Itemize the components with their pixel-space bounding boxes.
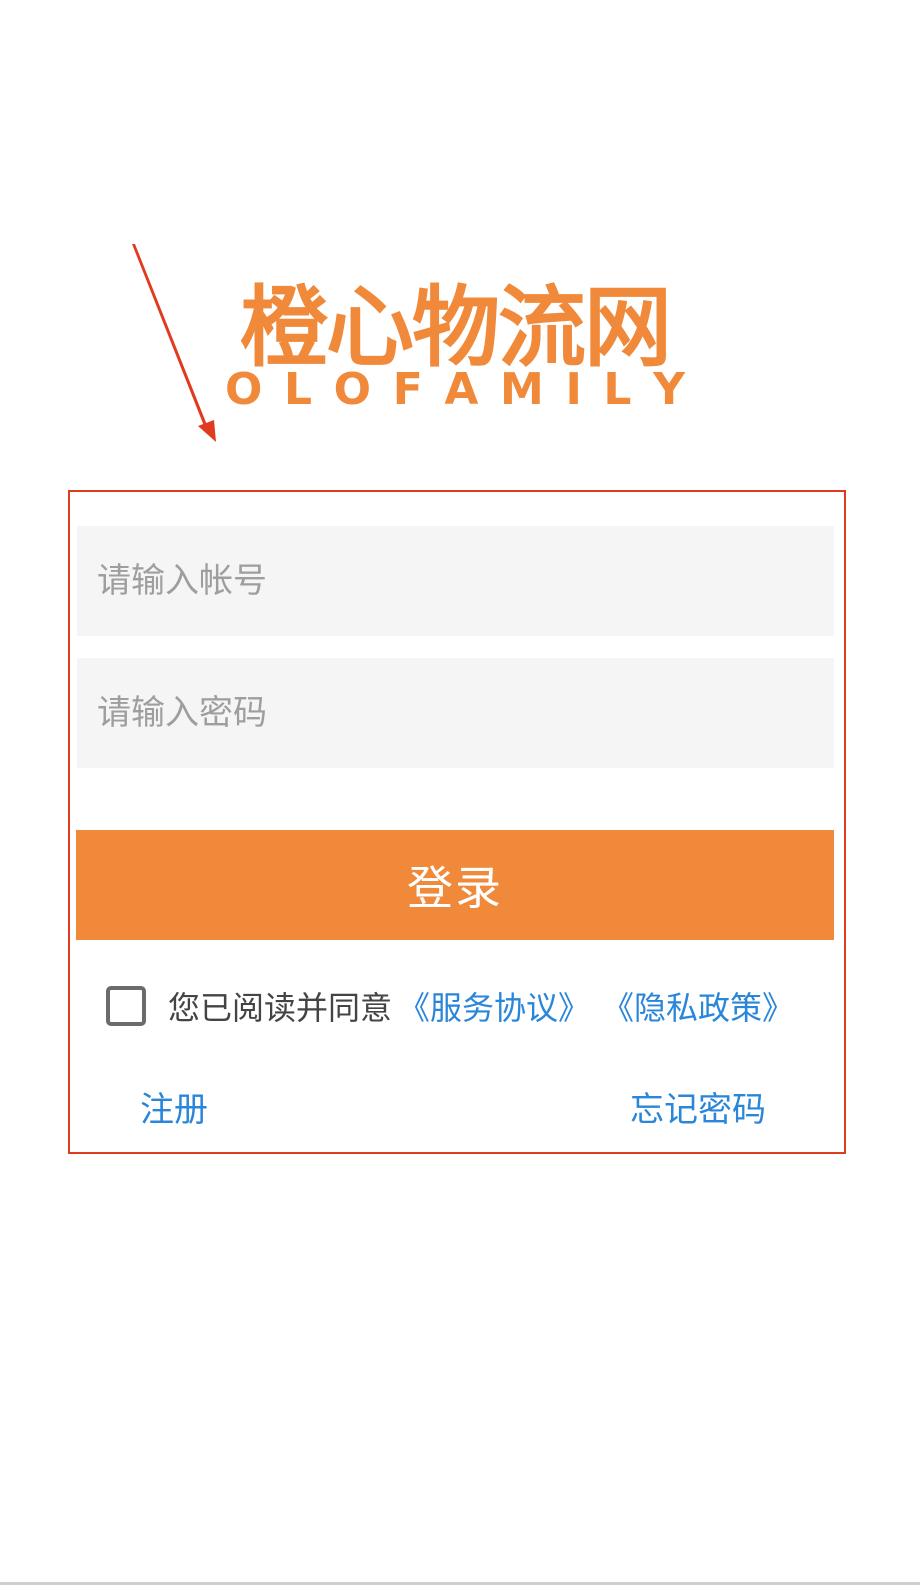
brand-logo-letter: L — [284, 364, 313, 415]
brand-logo-letter: I — [565, 364, 582, 415]
agreement-checkbox[interactable] — [106, 986, 146, 1026]
brand-logo-letter: L — [603, 364, 632, 415]
brand-logo-letter: M — [500, 364, 544, 415]
brand-logo-letter: Y — [653, 364, 685, 415]
brand-logo: 橙心物流网 O L O F A M I L Y — [225, 282, 685, 412]
annotation-arrow-head — [198, 420, 216, 442]
annotation-arrow-shaft — [132, 244, 207, 426]
login-screen: 橙心物流网 O L O F A M I L Y 登录 您已阅读并同意 《服务协议… — [0, 0, 920, 1585]
brand-logo-letter: F — [392, 364, 423, 415]
account-input[interactable] — [77, 526, 834, 636]
privacy-policy-link[interactable]: 《隐私政策》 — [602, 983, 794, 1029]
brand-logo-letter: O — [225, 364, 263, 415]
brand-logo-chinese: 橙心物流网 — [239, 276, 672, 379]
brand-logo-letter: A — [444, 364, 479, 415]
password-input[interactable] — [77, 658, 834, 768]
login-button[interactable]: 登录 — [76, 830, 834, 940]
service-agreement-link[interactable]: 《服务协议》 — [398, 983, 590, 1029]
brand-logo-english: O L O F A M I L Y — [225, 368, 685, 412]
brand-logo-letter: O — [333, 364, 372, 415]
register-link[interactable]: 注册 — [140, 1088, 208, 1132]
forgot-password-link[interactable]: 忘记密码 — [630, 1088, 766, 1132]
agreement-text: 您已阅读并同意 — [168, 989, 393, 1027]
agreement-row: 您已阅读并同意 《服务协议》 《隐私政策》 — [106, 982, 794, 1030]
